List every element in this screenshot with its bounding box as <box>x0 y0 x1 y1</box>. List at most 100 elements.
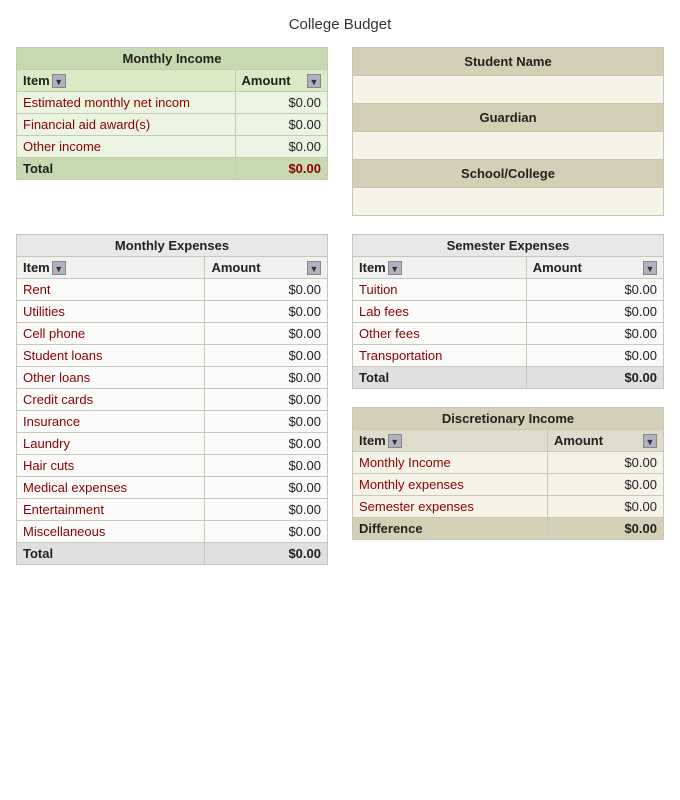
expense-item[interactable]: Other loans <box>17 367 205 389</box>
expense-amount[interactable]: $0.00 <box>205 279 328 301</box>
expense-amount[interactable]: $0.00 <box>205 455 328 477</box>
student-name-header-row: Student Name <box>353 48 664 76</box>
semester-item[interactable]: Transportation <box>353 345 527 367</box>
amount-dropdown-icon[interactable]: ▼ <box>307 74 321 88</box>
expense-row: Hair cuts$0.00 <box>17 455 328 477</box>
expense-item[interactable]: Miscellaneous <box>17 521 205 543</box>
school-input[interactable] <box>353 188 664 216</box>
semester-row: Lab fees$0.00 <box>353 301 664 323</box>
student-name-input-row[interactable] <box>353 76 664 104</box>
semester-item[interactable]: Lab fees <box>353 301 527 323</box>
income-row: Estimated monthly net incom$0.00 <box>17 92 328 114</box>
expense-item[interactable]: Laundry <box>17 433 205 455</box>
semester-amount-dropdown[interactable]: ▼ <box>643 261 657 275</box>
guardian-input[interactable] <box>353 132 664 160</box>
semester-expenses-header: Semester Expenses <box>353 235 664 257</box>
income-total-label: Total <box>17 158 236 180</box>
expense-item[interactable]: Utilities <box>17 301 205 323</box>
semester-row: Transportation$0.00 <box>353 345 664 367</box>
expense-amount[interactable]: $0.00 <box>205 433 328 455</box>
semester-amount[interactable]: $0.00 <box>526 345 663 367</box>
income-item[interactable]: Financial aid award(s) <box>17 114 236 136</box>
expense-amount[interactable]: $0.00 <box>205 477 328 499</box>
expense-amount[interactable]: $0.00 <box>205 499 328 521</box>
semester-amount[interactable]: $0.00 <box>526 301 663 323</box>
disc-item[interactable]: Monthly Income <box>353 452 548 474</box>
semester-row: Tuition$0.00 <box>353 279 664 301</box>
expense-row: Utilities$0.00 <box>17 301 328 323</box>
income-total-row: Total $0.00 <box>17 158 328 180</box>
income-total-amount: $0.00 <box>235 158 327 180</box>
semester-total-label: Total <box>353 367 527 389</box>
expense-item[interactable]: Hair cuts <box>17 455 205 477</box>
semester-amount[interactable]: $0.00 <box>526 279 663 301</box>
expense-row: Entertainment$0.00 <box>17 499 328 521</box>
main-grid: Monthly Income Item ▼ Amount ▼ <box>16 47 664 565</box>
expense-row: Medical expenses$0.00 <box>17 477 328 499</box>
expense-row: Credit cards$0.00 <box>17 389 328 411</box>
semester-expenses-table: Semester Expenses Item ▼ Amount <box>352 234 664 389</box>
expense-amount-dropdown[interactable]: ▼ <box>307 261 321 275</box>
income-amount[interactable]: $0.00 <box>235 136 327 158</box>
expense-row: Rent$0.00 <box>17 279 328 301</box>
semester-amount[interactable]: $0.00 <box>526 323 663 345</box>
income-row: Other income$0.00 <box>17 136 328 158</box>
expense-amount[interactable]: $0.00 <box>205 323 328 345</box>
disc-amount-col-header: Amount ▼ <box>547 430 663 452</box>
income-amount[interactable]: $0.00 <box>235 92 327 114</box>
page-title: College Budget <box>16 16 664 33</box>
guardian-label: Guardian <box>353 104 664 132</box>
expense-row: Cell phone$0.00 <box>17 323 328 345</box>
semester-total-row: Total $0.00 <box>353 367 664 389</box>
school-label: School/College <box>353 160 664 188</box>
disc-total-row: Difference $0.00 <box>353 518 664 540</box>
income-item[interactable]: Estimated monthly net incom <box>17 92 236 114</box>
semester-item[interactable]: Other fees <box>353 323 527 345</box>
expense-item[interactable]: Medical expenses <box>17 477 205 499</box>
income-item[interactable]: Other income <box>17 136 236 158</box>
income-item-col-header: Item ▼ <box>17 70 236 92</box>
expense-total-label: Total <box>17 543 205 565</box>
discretionary-income-header: Discretionary Income <box>353 408 664 430</box>
expense-item[interactable]: Credit cards <box>17 389 205 411</box>
expense-total-row: Total $0.00 <box>17 543 328 565</box>
expense-item[interactable]: Cell phone <box>17 323 205 345</box>
income-amount-col-header: Amount ▼ <box>235 70 327 92</box>
disc-item[interactable]: Semester expenses <box>353 496 548 518</box>
expense-amount[interactable]: $0.00 <box>205 521 328 543</box>
student-info-table: Student Name Guardian School/College <box>352 47 664 216</box>
disc-item[interactable]: Monthly expenses <box>353 474 548 496</box>
expense-row: Other loans$0.00 <box>17 367 328 389</box>
expense-amount[interactable]: $0.00 <box>205 301 328 323</box>
disc-amount[interactable]: $0.00 <box>547 474 663 496</box>
expense-amount[interactable]: $0.00 <box>205 411 328 433</box>
expense-item[interactable]: Rent <box>17 279 205 301</box>
school-input-row[interactable] <box>353 188 664 216</box>
disc-row: Monthly expenses$0.00 <box>353 474 664 496</box>
disc-amount[interactable]: $0.00 <box>547 452 663 474</box>
disc-amount-dropdown[interactable]: ▼ <box>643 434 657 448</box>
expense-item-dropdown[interactable]: ▼ <box>52 261 66 275</box>
income-row: Financial aid award(s)$0.00 <box>17 114 328 136</box>
income-amount[interactable]: $0.00 <box>235 114 327 136</box>
school-label-row: School/College <box>353 160 664 188</box>
expense-amount[interactable]: $0.00 <box>205 367 328 389</box>
semester-amount-col-header: Amount ▼ <box>526 257 663 279</box>
semester-item[interactable]: Tuition <box>353 279 527 301</box>
item-dropdown-icon[interactable]: ▼ <box>52 74 66 88</box>
guardian-label-row: Guardian <box>353 104 664 132</box>
semester-item-dropdown[interactable]: ▼ <box>388 261 402 275</box>
expense-item[interactable]: Student loans <box>17 345 205 367</box>
expense-amount-col-header: Amount ▼ <box>205 257 328 279</box>
expense-item[interactable]: Entertainment <box>17 499 205 521</box>
semester-total-amount: $0.00 <box>526 367 663 389</box>
expense-amount[interactable]: $0.00 <box>205 345 328 367</box>
disc-item-dropdown[interactable]: ▼ <box>388 434 402 448</box>
disc-row: Semester expenses$0.00 <box>353 496 664 518</box>
disc-amount[interactable]: $0.00 <box>547 496 663 518</box>
expense-amount[interactable]: $0.00 <box>205 389 328 411</box>
expense-item[interactable]: Insurance <box>17 411 205 433</box>
guardian-input-row[interactable] <box>353 132 664 160</box>
student-name-input[interactable] <box>353 76 664 104</box>
disc-row: Monthly Income$0.00 <box>353 452 664 474</box>
